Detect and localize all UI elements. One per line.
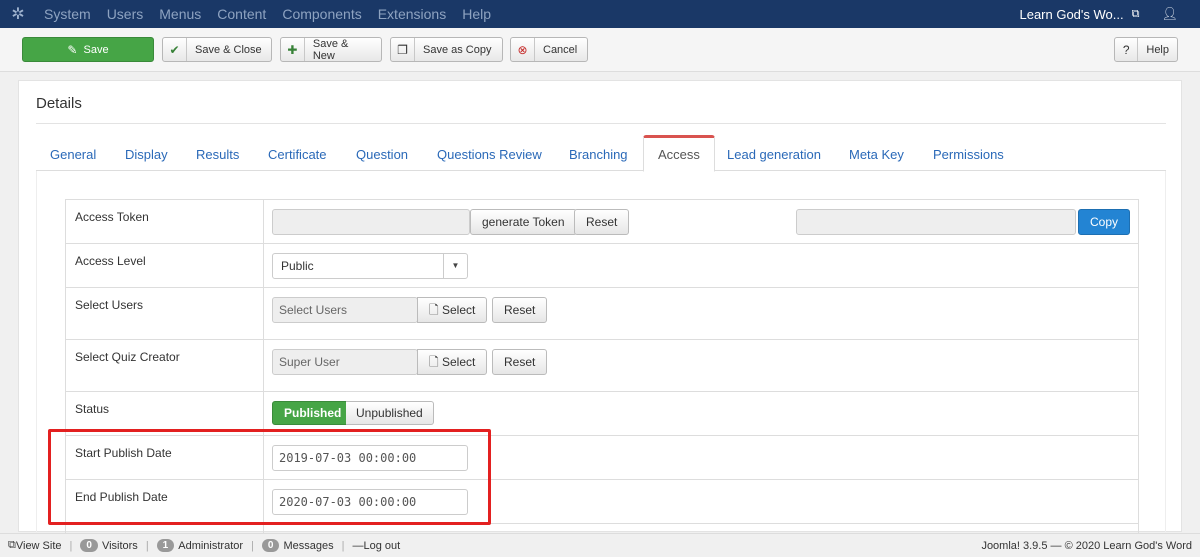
site-name-link[interactable]: Learn God's Wo...	[1019, 7, 1123, 22]
menu-content[interactable]: Content	[209, 6, 274, 22]
top-navbar: ✲ System Users Menus Content Components …	[0, 0, 1200, 28]
save-close-button[interactable]: ✔ Save & Close	[162, 37, 272, 62]
menu-components[interactable]: Components	[274, 6, 369, 22]
caret-down-icon: ▼	[443, 254, 467, 278]
select-users-input[interactable]: Select Users	[272, 297, 418, 323]
view-site-link[interactable]: ⧉ View Site	[8, 539, 62, 552]
file-icon: 🗋︎	[429, 355, 442, 369]
row-access-token: Access Token generate Token Reset Copy	[65, 200, 1139, 244]
select-users-label: Select Users	[66, 288, 264, 339]
menu-menus[interactable]: Menus	[151, 6, 209, 22]
visitors-link[interactable]: 0 Visitors	[80, 539, 138, 552]
main-menu: System Users Menus Content Components Ex…	[36, 6, 499, 22]
select-users-button[interactable]: 🗋︎ Select	[417, 297, 488, 323]
joomla-logo-icon[interactable]: ✲	[0, 0, 36, 28]
external-link-icon[interactable]: ⧉	[1132, 8, 1140, 21]
highlight-box	[48, 429, 491, 525]
tab-permissions[interactable]: Permissions	[919, 135, 1018, 171]
select-creator-button[interactable]: 🗋︎ Select	[417, 349, 488, 375]
external-link-icon: ⧉	[8, 539, 16, 551]
question-icon: ?	[1115, 38, 1139, 61]
copy-icon: ❐	[391, 38, 415, 61]
administrator-link[interactable]: 1 Administrator	[156, 539, 243, 552]
file-icon: 🗋︎	[429, 303, 442, 317]
row-select-creator: Select Quiz Creator Super User 🗋︎ Select…	[65, 340, 1139, 392]
select-creator-label: Select Quiz Creator	[66, 340, 264, 391]
footer-text: Joomla! 3.9.5 — © 2020 Learn God's Word	[981, 539, 1192, 552]
tab-access[interactable]: Access	[643, 135, 715, 172]
minus-icon: —	[352, 539, 364, 552]
tab-question[interactable]: Question	[342, 135, 422, 171]
tab-certificate[interactable]: Certificate	[254, 135, 341, 171]
row-access-level: Access Level Public ▼	[65, 244, 1139, 288]
admin-badge: 1	[156, 539, 175, 552]
access-level-select[interactable]: Public ▼	[272, 253, 468, 279]
menu-system[interactable]: System	[36, 6, 99, 22]
tab-lead-generation[interactable]: Lead generation	[713, 135, 835, 171]
divider	[36, 123, 1166, 124]
generate-token-button[interactable]: generate Token	[470, 209, 577, 235]
check-icon: ✔	[163, 38, 187, 61]
page-title: Details	[36, 95, 82, 112]
help-button[interactable]: ? Help	[1114, 37, 1178, 62]
navbar-right: Learn God's Wo... ⧉ 👤︎	[1019, 6, 1200, 22]
cancel-button[interactable]: ⊗ Cancel	[510, 37, 588, 62]
access-token-input[interactable]	[272, 209, 470, 235]
select-creator-input[interactable]: Super User	[272, 349, 418, 375]
row-select-users: Select Users Select Users 🗋︎ Select Rese…	[65, 288, 1139, 340]
save-copy-button[interactable]: ❐ Save as Copy	[390, 37, 503, 62]
messages-link[interactable]: 0 Messages	[261, 539, 334, 552]
tab-questions-review[interactable]: Questions Review	[423, 135, 556, 171]
tab-bar: General Display Results Certificate Ques…	[36, 135, 1166, 172]
menu-extensions[interactable]: Extensions	[370, 6, 454, 22]
published-toggle[interactable]: Published	[272, 401, 354, 425]
save-button[interactable]: ✎ Save	[22, 37, 154, 62]
reset-users-button[interactable]: Reset	[492, 297, 548, 323]
tab-display[interactable]: Display	[111, 135, 182, 171]
tab-meta-key[interactable]: Meta Key	[835, 135, 918, 171]
status-bar: ⧉ View Site | 0 Visitors | 1 Administrator …	[0, 533, 1200, 557]
save-new-button[interactable]: ✚ Save & New	[280, 37, 382, 62]
edit-icon: ✎	[67, 42, 78, 57]
access-token-label: Access Token	[66, 200, 264, 243]
logout-link[interactable]: — Log out	[352, 540, 400, 552]
toolbar: ✎ Save ✔ Save & Close ✚ Save & New ❐ Sav…	[0, 28, 1200, 72]
reset-token-button[interactable]: Reset	[574, 209, 630, 235]
user-icon[interactable]: 👤︎	[1161, 6, 1178, 22]
messages-badge: 0	[261, 539, 280, 552]
tab-general[interactable]: General	[36, 135, 110, 171]
menu-users[interactable]: Users	[99, 6, 152, 22]
tab-results[interactable]: Results	[182, 135, 253, 171]
menu-help[interactable]: Help	[454, 6, 499, 22]
access-level-label: Access Level	[66, 244, 264, 287]
visitors-badge: 0	[80, 539, 98, 552]
reset-creator-button[interactable]: Reset	[492, 349, 548, 375]
copy-button[interactable]: Copy	[1078, 209, 1131, 235]
tab-branching[interactable]: Branching	[555, 135, 642, 171]
unpublished-toggle[interactable]: Unpublished	[346, 401, 434, 425]
cancel-icon: ⊗	[511, 38, 535, 61]
plus-icon: ✚	[281, 38, 305, 61]
token-url-input[interactable]	[796, 209, 1076, 235]
